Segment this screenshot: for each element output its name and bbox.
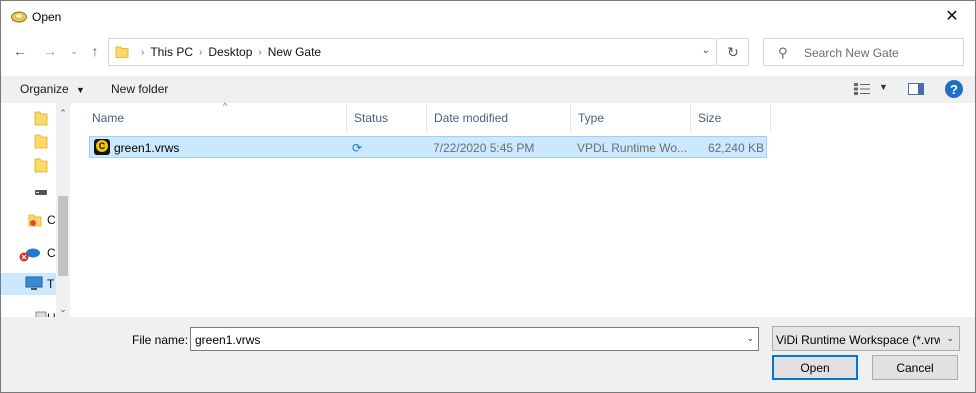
close-button[interactable]: ✕ [929,1,975,31]
up-button[interactable]: ↑ [87,41,103,61]
chevron-down-icon: ⌄ [946,333,954,343]
nav-item-folder-3[interactable] [1,154,56,176]
recent-locations-button[interactable]: ⌄ [67,41,81,61]
nav-item-creative-cloud[interactable]: C [1,209,56,231]
column-header-label: Date modified [434,111,509,125]
chevron-right-icon: › [258,46,262,58]
organize-label: Organize [20,82,69,96]
filter-value: ViDi Runtime Workspace (*.vrw [776,333,940,347]
view-dropdown-icon[interactable]: ▼ [879,82,888,92]
chevron-down-icon: ⌄ [70,45,78,56]
breadcrumb: › This PC › Desktop › New Gate [135,45,321,59]
this-pc-icon [25,276,43,290]
nav-item-label: C [47,246,56,260]
folder-icon [34,111,48,126]
creative-cloud-icon [28,214,42,227]
refresh-button[interactable]: ↻ [718,38,749,66]
back-arrow-icon: ← [13,43,27,59]
file-name-field[interactable]: green1.vrws ⌄ [190,327,759,351]
drive-icon [35,190,47,195]
column-header-label: Size [698,111,722,125]
column-header-type[interactable]: Type [571,103,691,131]
file-type: VPDL Runtime Wo... [577,141,688,155]
dialog-footer: File name: green1.vrws ⌄ ViDi Runtime Wo… [1,317,975,392]
sort-ascending-icon: ^ [223,101,228,111]
file-name-label: File name: [132,333,189,347]
onedrive-icon [19,248,40,262]
address-bar[interactable]: › This PC › Desktop › New Gate ⌄ [108,38,717,66]
file-name-value: green1.vrws [195,333,261,347]
close-icon: ✕ [945,8,959,25]
up-arrow-icon: ↑ [91,43,99,59]
forward-arrow-icon: → [43,43,57,59]
address-dropdown-icon[interactable]: ⌄ [702,45,710,56]
chevron-right-icon: › [199,46,203,58]
forward-button[interactable]: → [41,41,59,61]
scroll-down-icon[interactable]: ⌄ [56,301,70,317]
file-date: 7/22/2020 5:45 PM [433,141,535,155]
title-bar: Open ✕ [1,1,975,32]
file-name: green1.vrws [114,141,180,155]
file-list: ^ Name Status Date modified Type Size gr… [75,101,975,317]
breadcrumb-new-gate[interactable]: New Gate [268,45,321,59]
nav-item-network[interactable]: U [1,307,56,317]
open-dialog: Open ✕ ← → ⌄ ↑ › This PC › Desktop › New… [0,0,976,393]
file-type-filter[interactable]: ViDi Runtime Workspace (*.vrw ⌄ [772,326,960,351]
folder-icon [34,134,48,149]
vrws-file-icon [94,139,110,155]
nav-item-label: T [47,277,55,291]
new-folder-button[interactable]: New folder [111,82,168,96]
disc-icon [11,11,27,23]
table-row[interactable]: green1.vrws ⟳ 7/22/2020 5:45 PM VPDL Run… [89,136,767,158]
window-title: Open [32,10,62,24]
column-header-size[interactable]: Size [691,103,771,131]
nav-item-this-pc[interactable]: T [1,273,56,295]
column-header-name[interactable]: ^ Name [85,101,347,131]
refresh-icon: ↻ [727,43,739,60]
breadcrumb-this-pc[interactable]: This PC [150,45,193,59]
help-icon[interactable]: ? [945,80,963,98]
scroll-thumb[interactable] [58,196,68,276]
folder-icon [34,158,48,173]
network-icon [35,311,47,317]
nav-scrollbar[interactable]: ⌃ ⌄ [56,103,70,317]
column-header-label: Status [354,111,389,125]
chevron-right-icon: › [141,46,145,58]
column-header-date[interactable]: Date modified [427,103,571,131]
scroll-up-icon[interactable]: ⌃ [56,105,70,121]
chevron-down-icon[interactable]: ⌄ [746,333,754,344]
search-icon: ⚲ [778,45,788,60]
nav-item-onedrive[interactable]: C [1,242,56,264]
nav-item-label: C [47,213,56,227]
command-bar: Organize ▼ New folder ▼ ? [1,76,975,103]
search-box[interactable]: ⚲ Search New Gate [763,38,964,66]
navigation-pane: C C T U ⌃ ⌄ [1,103,75,317]
back-button[interactable]: ← [11,41,29,61]
folder-icon [115,46,129,58]
cancel-button[interactable]: Cancel [872,355,958,380]
dropdown-arrow-icon: ▼ [76,85,85,95]
preview-pane-icon[interactable] [908,83,924,95]
file-size: 62,240 KB [707,141,764,155]
open-button[interactable]: Open [772,355,858,380]
view-options-icon[interactable] [854,83,870,95]
nav-item-drive[interactable] [1,181,56,203]
column-header-status[interactable]: Status [347,103,427,131]
nav-item-folder-1[interactable] [1,107,56,129]
nav-item-folder-2[interactable] [1,130,56,152]
search-input[interactable]: Search New Gate [804,46,899,60]
breadcrumb-desktop[interactable]: Desktop [208,45,252,59]
sync-icon: ⟳ [352,141,363,155]
column-header-label: Name [92,111,125,125]
organize-button[interactable]: Organize ▼ [20,82,85,96]
column-header-label: Type [578,111,605,125]
